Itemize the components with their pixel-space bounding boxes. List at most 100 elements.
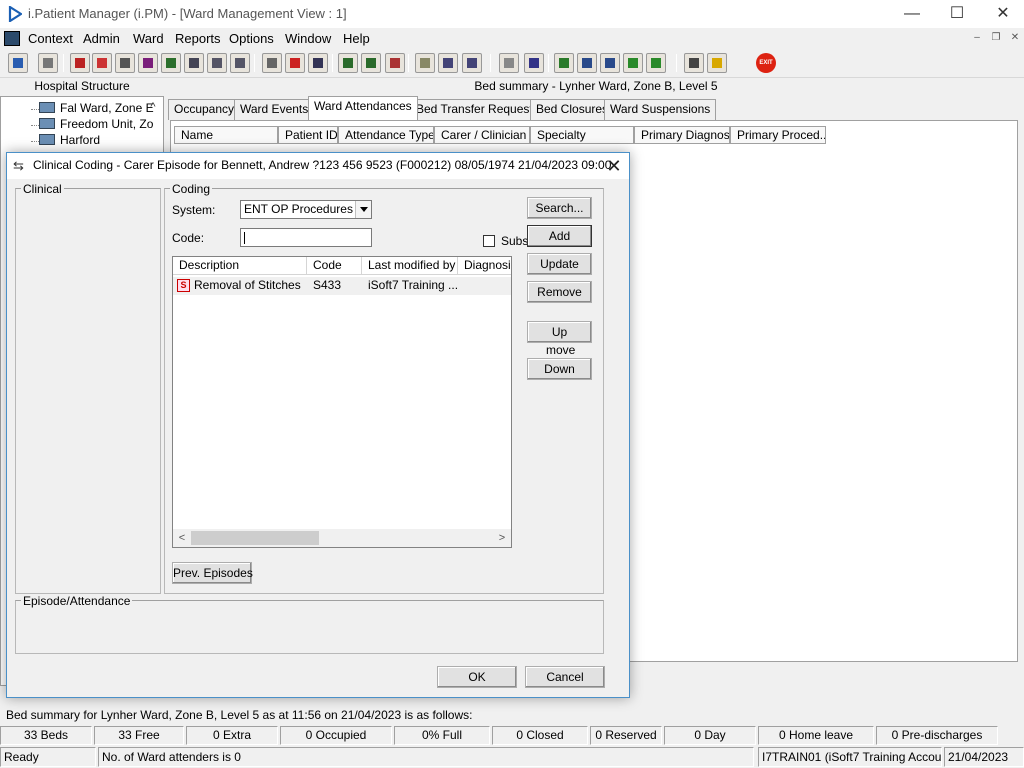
toolbar-separator — [676, 54, 677, 72]
column-header-patient-id[interactable]: Patient ID — [278, 126, 338, 144]
column-header-name[interactable]: Name — [174, 126, 278, 144]
transfer-icon[interactable] — [207, 53, 227, 73]
list-header-diagnosis[interactable]: Diagnosis — [458, 257, 511, 275]
move-label: move — [546, 343, 576, 357]
menu-help[interactable]: Help — [343, 31, 370, 46]
episode-attendance-label: Episode/Attendance — [21, 594, 133, 608]
tab-ward-events[interactable]: Ward Events — [234, 99, 315, 120]
tab-bed-closures[interactable]: Bed Closures — [530, 99, 615, 120]
tree-scroll-up-button[interactable]: ^ — [147, 101, 159, 115]
chart-icon[interactable] — [385, 53, 405, 73]
horizontal-scrollbar[interactable]: < > — [173, 529, 511, 547]
tab-ward-attendances[interactable]: Ward Attendances — [308, 96, 418, 120]
move-up-button[interactable]: Up — [527, 321, 592, 343]
dialog-close-button[interactable]: ✕ — [603, 155, 625, 177]
exit-icon[interactable]: EXIT — [756, 53, 776, 73]
bed-icon[interactable] — [438, 53, 458, 73]
menu-admin[interactable]: Admin — [83, 31, 120, 46]
notes-icon[interactable] — [92, 53, 112, 73]
tab-ward-suspensions[interactable]: Ward Suspensions — [604, 99, 717, 120]
column-header-primary-procedure[interactable]: Primary Proced... — [730, 126, 826, 144]
clipboard-icon[interactable] — [184, 53, 204, 73]
scroll-left-icon[interactable]: < — [176, 532, 188, 544]
subs-checkbox[interactable] — [483, 235, 495, 247]
clinical-coding-dialog: ⇆ Clinical Coding - Carer Episode for Be… — [6, 152, 630, 698]
person-icon[interactable] — [161, 53, 181, 73]
menu-options[interactable]: Options — [229, 31, 274, 46]
clinical-group — [15, 188, 161, 594]
arrow-check-icon[interactable] — [623, 53, 643, 73]
row-description: Removal of Stitches — [194, 278, 301, 292]
monitor-icon[interactable] — [308, 53, 328, 73]
keyboard-icon[interactable] — [38, 53, 58, 73]
menu-context[interactable]: Context — [28, 31, 73, 46]
toolbar-separator — [332, 54, 333, 72]
tree-item-label: Freedom Unit, Zo — [60, 117, 154, 131]
list-header-code[interactable]: Code — [307, 257, 362, 275]
list-header-description[interactable]: Description — [173, 257, 307, 275]
remove-button[interactable]: Remove — [527, 281, 592, 303]
prev-episodes-button[interactable]: Prev. Episodes — [172, 562, 253, 584]
tree-item-fal-ward[interactable]: Fal Ward, Zone E — [31, 101, 154, 117]
menu-window[interactable]: Window — [285, 31, 331, 46]
coding-group-label: Coding — [170, 182, 213, 196]
m-letter-icon[interactable] — [138, 53, 158, 73]
document-menu-icon[interactable] — [4, 31, 20, 46]
check-list-icon[interactable] — [600, 53, 620, 73]
bed-icon — [39, 118, 55, 129]
clock-icon[interactable] — [285, 53, 305, 73]
status-date: 21/04/2023 — [944, 747, 1024, 767]
tab-bed-transfer-requests[interactable]: Bed Transfer Requests — [410, 99, 545, 120]
subs-label: Subs — [501, 234, 529, 248]
bar-chart-icon[interactable] — [524, 53, 544, 73]
window-close-button[interactable]: ✕ — [980, 0, 1024, 28]
status-home-leave: 0 Home leave — [758, 726, 874, 745]
menu-ward[interactable]: Ward — [133, 31, 164, 46]
window-minimize-button[interactable]: — — [889, 0, 935, 28]
document-list-icon[interactable] — [361, 53, 381, 73]
column-header-carer-clinician[interactable]: Carer / Clinician — [434, 126, 530, 144]
hospital-structure-header: Hospital Structure — [34, 79, 130, 93]
status-ready: Ready — [0, 747, 96, 767]
tree-item-harford[interactable]: Harford — [31, 133, 100, 149]
mdi-close-button[interactable]: ✕ — [1006, 32, 1024, 46]
list-header-last-modified-by[interactable]: Last modified by — [362, 257, 458, 275]
document-icon[interactable] — [338, 53, 358, 73]
update-button[interactable]: Update — [527, 253, 592, 275]
scroll-right-icon[interactable]: > — [496, 532, 508, 544]
page-icon[interactable] — [499, 53, 519, 73]
book-icon[interactable] — [70, 53, 90, 73]
column-header-primary-diagnosis[interactable]: Primary Diagnosis — [634, 126, 730, 144]
edit-icon[interactable] — [262, 53, 282, 73]
arrow-list-icon[interactable] — [646, 53, 666, 73]
tab-occupancy[interactable]: Occupancy — [168, 99, 241, 120]
ok-button[interactable]: OK — [437, 666, 517, 688]
ambulance-icon[interactable] — [230, 53, 250, 73]
chevron-down-icon[interactable] — [355, 201, 371, 218]
search-button[interactable]: Search... — [527, 197, 592, 219]
system-dropdown[interactable]: ENT OP Procedures — [240, 200, 372, 219]
code-input[interactable] — [240, 228, 372, 247]
printer-icon[interactable] — [115, 53, 135, 73]
swap-icon[interactable] — [684, 53, 704, 73]
column-header-attendance-type[interactable]: Attendance Type — [338, 126, 434, 144]
scrollbar-thumb[interactable] — [191, 531, 319, 545]
move-down-button[interactable]: Down — [527, 358, 592, 380]
title-bar: i.Patient Manager (i.PM) - [Ward Managem… — [0, 0, 1024, 28]
globe-icon[interactable] — [554, 53, 574, 73]
add-button[interactable]: Add — [527, 225, 592, 247]
ward-icon[interactable] — [462, 53, 482, 73]
warning-icon[interactable] — [707, 53, 727, 73]
list-icon[interactable] — [415, 53, 435, 73]
mdi-minimize-button[interactable]: – — [968, 32, 986, 46]
episode-attendance-group — [15, 600, 604, 654]
mdi-restore-button[interactable]: ❐ — [987, 32, 1005, 46]
menu-reports[interactable]: Reports — [175, 31, 221, 46]
column-header-specialty[interactable]: Specialty — [530, 126, 634, 144]
patient-search-icon[interactable] — [8, 53, 28, 73]
check-icon[interactable] — [577, 53, 597, 73]
tree-item-freedom-unit[interactable]: Freedom Unit, Zo — [31, 117, 154, 133]
cancel-button[interactable]: Cancel — [525, 666, 605, 688]
window-maximize-button[interactable]: ☐ — [934, 0, 980, 28]
ward-tabs: Occupancy Ward Events Ward Attendances B… — [168, 96, 1024, 120]
